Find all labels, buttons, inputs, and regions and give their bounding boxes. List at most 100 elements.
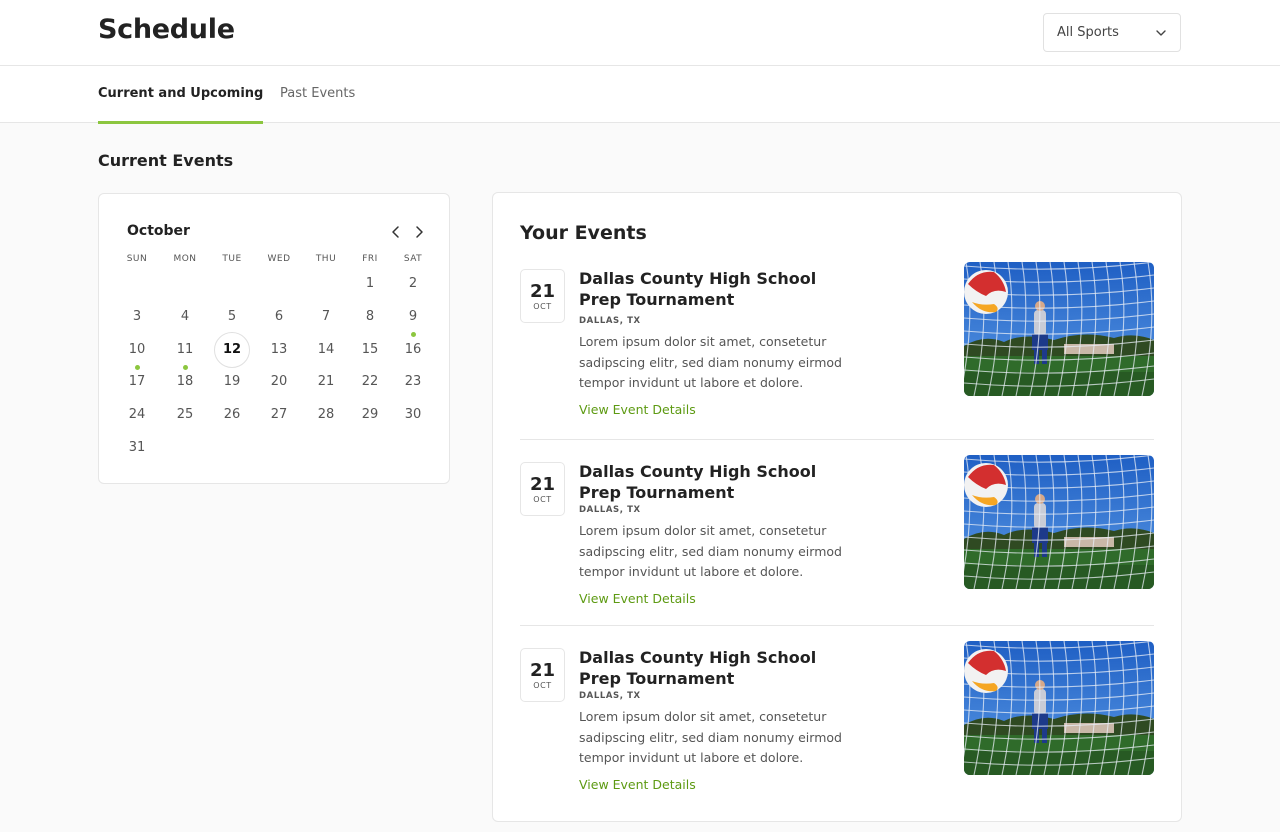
calendar-day-5[interactable]: 5 (214, 299, 250, 335)
calendar-day-number: 20 (270, 374, 288, 390)
calendar-day-number: 4 (180, 308, 190, 324)
event-photo (964, 455, 1154, 589)
chevron-right-icon[interactable] (412, 225, 426, 239)
weekday-wed: WED (267, 254, 291, 264)
calendar-day-19[interactable]: 19 (214, 364, 250, 400)
calendar-day-number: 23 (404, 374, 422, 390)
calendar-day-13[interactable]: 13 (261, 332, 297, 368)
event-date-month: OCT (533, 495, 552, 504)
calendar-day-17[interactable]: 17 (119, 364, 155, 400)
calendar-day-24[interactable]: 24 (119, 397, 155, 433)
calendar-day-11[interactable]: 11 (167, 332, 203, 370)
event-description: Lorem ipsum dolor sit amet, consetetur s… (579, 334, 842, 390)
calendar-day-number: 2 (408, 276, 418, 291)
events-title: Your Events (520, 222, 647, 244)
calendar-day-number: 26 (223, 407, 241, 423)
event-date-day: 21 (529, 660, 556, 681)
calendar-day-number: 18 (176, 374, 194, 390)
page-title: Schedule (98, 14, 235, 45)
calendar-day-16[interactable]: 16 (395, 332, 431, 368)
event-description: Lorem ipsum dolor sit amet, consetetur s… (579, 709, 842, 765)
calendar-day-number: 1 (365, 276, 375, 291)
calendar-day-number: 17 (128, 374, 146, 390)
calendar-day-15[interactable]: 15 (352, 332, 388, 368)
tab-current-upcoming[interactable]: Current and Upcoming (98, 66, 264, 124)
calendar-day-1[interactable]: 1 (352, 266, 388, 302)
calendar-day-6[interactable]: 6 (261, 299, 297, 335)
event-photo (964, 262, 1154, 396)
calendar-day-22[interactable]: 22 (352, 364, 388, 400)
calendar-day-25[interactable]: 25 (167, 397, 203, 433)
weekday-tue: TUE (222, 254, 242, 264)
calendar-day-4[interactable]: 4 (167, 299, 203, 335)
event-date-month: OCT (533, 302, 552, 311)
calendar-day-18[interactable]: 18 (167, 364, 203, 400)
calendar-day-number: 5 (227, 308, 237, 324)
view-event-details-link[interactable]: View Event Details (579, 591, 696, 606)
calendar-day-29[interactable]: 29 (352, 397, 388, 433)
calendar-day-31[interactable]: 31 (119, 430, 155, 466)
calendar-day-number: 7 (321, 308, 331, 324)
calendar-day-number: 31 (128, 440, 146, 455)
event-date-badge: 21 OCT (520, 462, 565, 516)
view-event-details-link[interactable]: View Event Details (579, 402, 696, 417)
events-panel: Your Events 21 OCT Dallas County High Sc… (492, 192, 1182, 822)
calendar-day-number: 25 (176, 407, 194, 423)
calendar-day-14[interactable]: 14 (308, 332, 344, 368)
calendar-day-number: 3 (132, 308, 142, 324)
event-date-badge: 21 OCT (520, 648, 565, 702)
event-divider (520, 439, 1154, 440)
sport-filter-select[interactable]: All Sports (1043, 13, 1181, 52)
calendar-day-number: 24 (128, 407, 146, 423)
event-date-month: OCT (533, 681, 552, 690)
calendar-day-number: 10 (128, 341, 146, 357)
weekday-thu: THU (315, 254, 337, 264)
calendar-day-number: 11 (176, 341, 194, 357)
calendar-day-21[interactable]: 21 (308, 364, 344, 400)
calendar-day-2[interactable]: 2 (395, 266, 431, 302)
section-title: Current Events (98, 151, 234, 170)
event-name: Dallas County High School Prep Tournamen… (579, 269, 817, 309)
calendar-day-7[interactable]: 7 (308, 299, 344, 335)
calendar-day-23[interactable]: 23 (395, 364, 431, 400)
calendar-day-20[interactable]: 20 (261, 364, 297, 400)
event-date-day: 21 (529, 281, 556, 302)
calendar-day-10[interactable]: 10 (119, 332, 155, 370)
event-location: DALLAS, TX (579, 316, 641, 326)
event-location: DALLAS, TX (579, 691, 641, 701)
calendar-day-3[interactable]: 3 (119, 299, 155, 335)
calendar-day-28[interactable]: 28 (308, 397, 344, 433)
calendar-day-30[interactable]: 30 (395, 397, 431, 433)
tab-past-events[interactable]: Past Events (280, 66, 355, 123)
calendar-day-27[interactable]: 27 (261, 397, 297, 433)
calendar-day-26[interactable]: 26 (214, 397, 250, 433)
event-description: Lorem ipsum dolor sit amet, consetetur s… (579, 523, 842, 579)
weekday-sat: SAT (403, 254, 423, 264)
calendar-day-8[interactable]: 8 (352, 299, 388, 335)
calendar-day-number: 14 (317, 341, 335, 357)
weekday-fri: FRI (362, 254, 378, 264)
calendar: October SUN MON TUE WED THU FRI SAT 1 2 3 4 5 6 7 8 9 10… (98, 193, 450, 484)
chevron-left-icon[interactable] (389, 225, 403, 239)
chevron-down-icon (1156, 30, 1166, 36)
calendar-day-number: 15 (361, 341, 379, 357)
event-name: Dallas County High School Prep Tournamen… (579, 648, 817, 688)
calendar-day-number: 21 (317, 374, 335, 390)
calendar-day-number: 30 (404, 407, 422, 423)
calendar-day-number: 8 (365, 308, 375, 324)
calendar-month: October (127, 223, 190, 239)
event-date-day: 21 (529, 474, 556, 495)
calendar-day-number: 27 (270, 407, 288, 423)
event-date-badge: 21 OCT (520, 269, 565, 323)
calendar-day-number: 13 (270, 341, 288, 357)
view-event-details-link[interactable]: View Event Details (579, 777, 696, 792)
calendar-day-9[interactable]: 9 (395, 299, 431, 337)
calendar-day-number: 28 (317, 407, 335, 423)
event-name: Dallas County High School Prep Tournamen… (579, 462, 817, 502)
calendar-day-number: 22 (361, 374, 379, 390)
calendar-day-12[interactable]: 12 (214, 331, 250, 368)
page-header: Schedule All Sports (0, 0, 1280, 65)
tabs-bar: Current and Upcoming Past Events (0, 65, 1280, 124)
calendar-day-number: 12 (222, 341, 242, 357)
calendar-day-number: 9 (408, 308, 418, 324)
